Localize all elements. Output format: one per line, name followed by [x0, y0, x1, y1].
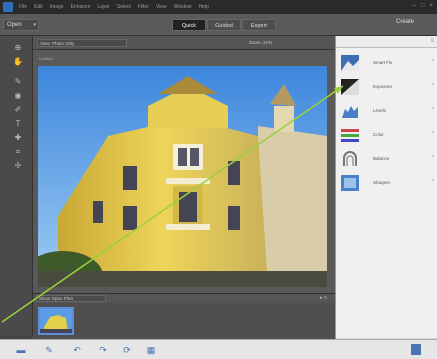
- whiten-teeth-icon[interactable]: ✐: [12, 104, 24, 116]
- photo-bin-header: Show Open Files ▸ ≡: [33, 293, 335, 303]
- menu-help[interactable]: Help: [198, 4, 208, 10]
- menu-layer[interactable]: Layer: [97, 4, 110, 10]
- chevron-right-icon: ›: [432, 130, 434, 136]
- create-button[interactable]: Create: [396, 19, 414, 25]
- balance-icon: [343, 151, 357, 166]
- mode-bar: Open ▾ Quick Guided Expert Create: [0, 14, 437, 36]
- adjustment-label: Levels: [373, 108, 387, 113]
- panel-header: ≡: [336, 36, 437, 48]
- canvas-area[interactable]: Untitled: [33, 50, 335, 293]
- organizer-icon[interactable]: ▦: [144, 343, 158, 357]
- rotate-icon[interactable]: ⟳: [120, 343, 134, 357]
- spot-healing-icon[interactable]: ✚: [12, 132, 24, 144]
- photo-thumbnail[interactable]: [38, 307, 74, 335]
- adjustments-toggle-icon[interactable]: [411, 344, 421, 355]
- adjustment-label: Color: [373, 132, 384, 137]
- thumbnail-image: [40, 309, 72, 333]
- menu-view[interactable]: View: [156, 4, 167, 10]
- exposure-icon: [341, 79, 359, 95]
- open-button-label: Open: [7, 22, 22, 28]
- hand-tool-icon[interactable]: ✋: [12, 56, 24, 68]
- zoom-field[interactable]: Zoom: 21%: [249, 39, 329, 47]
- chevron-right-icon: ›: [432, 106, 434, 112]
- window-controls: – □ ×: [408, 3, 433, 9]
- building-photo: [38, 66, 327, 287]
- open-button[interactable]: Open ▾: [3, 19, 39, 31]
- close-button[interactable]: ×: [429, 3, 433, 9]
- document-title: Untitled: [39, 56, 53, 61]
- menu-enhance[interactable]: Enhance: [71, 4, 91, 10]
- adjustment-color[interactable]: Color ›: [336, 124, 437, 148]
- photo-bin-controls[interactable]: ▸ ≡: [320, 295, 327, 301]
- redeye-icon[interactable]: ◉: [12, 90, 24, 102]
- menu-file[interactable]: File: [19, 4, 27, 10]
- move-tool-icon[interactable]: ✢: [12, 160, 24, 172]
- panel-menu-icon[interactable]: ≡: [430, 38, 434, 44]
- view-select[interactable]: View: Photo Only: [37, 39, 127, 47]
- tab-expert[interactable]: Expert: [242, 19, 276, 31]
- photo-bin: [33, 303, 335, 339]
- app-logo-icon[interactable]: [3, 2, 13, 12]
- adjustment-label: Balance: [373, 156, 390, 161]
- tab-quick[interactable]: Quick: [172, 19, 206, 31]
- adjustment-label: Smart Fix: [373, 60, 393, 65]
- adjustment-exposure[interactable]: Exposure ›: [336, 76, 437, 100]
- editor-window: File Edit Image Enhance Layer Select Fil…: [0, 0, 437, 359]
- adjustments-panel: ≡ Smart Fix › Exposure › Levels › Color …: [335, 36, 437, 339]
- redo-icon[interactable]: ↷: [96, 343, 110, 357]
- levels-icon: [341, 103, 359, 119]
- menu-bar: File Edit Image Enhance Layer Select Fil…: [0, 0, 437, 14]
- taskbar: ▬ ✎ ↶ ↷ ⟳ ▦: [0, 339, 437, 359]
- maximize-button[interactable]: □: [421, 3, 425, 9]
- menu-window[interactable]: Window: [174, 4, 192, 10]
- toolbox: ⊕ ✋ ✎ ◉ ✐ T ✚ ⌗ ✢: [0, 36, 33, 336]
- menu-items: File Edit Image Enhance Layer Select Fil…: [19, 4, 216, 10]
- chevron-right-icon: ›: [432, 82, 434, 88]
- chevron-down-icon: ▾: [33, 22, 36, 28]
- mode-tabs: Quick Guided Expert: [172, 19, 277, 31]
- photo-bin-select[interactable]: Show Open Files: [36, 295, 106, 302]
- adjustment-smart-fix[interactable]: Smart Fix ›: [336, 52, 437, 76]
- menu-filter[interactable]: Filter: [138, 4, 149, 10]
- tool-options-icon[interactable]: ✎: [42, 343, 56, 357]
- zoom-tool-icon[interactable]: ⊕: [12, 42, 24, 54]
- menu-image[interactable]: Image: [50, 4, 64, 10]
- minimize-button[interactable]: –: [413, 3, 416, 9]
- smart-fix-icon: [341, 55, 359, 71]
- photo-canvas[interactable]: [38, 66, 327, 287]
- adjustment-levels[interactable]: Levels ›: [336, 100, 437, 124]
- chevron-right-icon: ›: [432, 154, 434, 160]
- chevron-right-icon: ›: [432, 178, 434, 184]
- adjustment-list: Smart Fix › Exposure › Levels › Color › …: [336, 48, 437, 338]
- crop-tool-icon[interactable]: ⌗: [12, 146, 24, 158]
- adjustment-sharpen[interactable]: Sharpen ›: [336, 172, 437, 196]
- sharpen-icon: [341, 175, 359, 191]
- menu-select[interactable]: Select: [117, 4, 131, 10]
- undo-icon[interactable]: ↶: [70, 343, 84, 357]
- quick-select-icon[interactable]: ✎: [12, 76, 24, 88]
- color-icon: [341, 129, 359, 142]
- photo-bin-icon[interactable]: ▬: [14, 343, 28, 357]
- tab-guided[interactable]: Guided: [207, 19, 241, 31]
- chevron-right-icon: ›: [432, 58, 434, 64]
- type-tool-icon[interactable]: T: [12, 118, 24, 130]
- adjustment-label: Exposure: [373, 84, 393, 89]
- adjustment-label: Sharpen: [373, 180, 391, 185]
- menu-edit[interactable]: Edit: [34, 4, 43, 10]
- options-bar: View: Photo Only Zoom: 21%: [33, 36, 335, 50]
- adjustment-balance[interactable]: Balance ›: [336, 148, 437, 172]
